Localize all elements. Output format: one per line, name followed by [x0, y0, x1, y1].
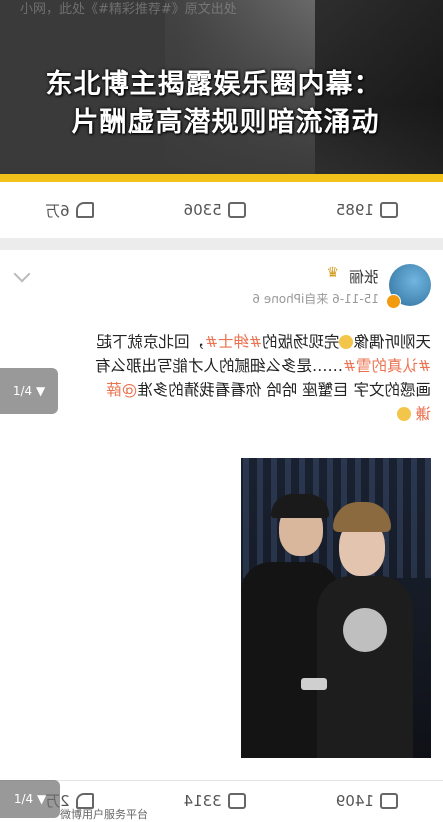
comment-button[interactable]: 3314	[184, 792, 246, 810]
mention-link[interactable]: @薛	[106, 381, 137, 399]
verified-badge-icon	[386, 294, 401, 309]
username[interactable]: 张俪	[349, 266, 379, 287]
comment-button[interactable]: 5306	[184, 201, 246, 219]
comment-icon	[227, 792, 246, 809]
page-indicator[interactable]: 1/4 ▼	[0, 780, 60, 818]
post-photo[interactable]	[241, 458, 431, 758]
repost-icon	[380, 202, 398, 218]
post-meta: 15-11-6 来自iPhone 6	[252, 292, 379, 306]
chevron-down-icon[interactable]	[13, 265, 31, 283]
headline-line-2: 片酬虚高潜规则暗流涌动	[71, 107, 380, 138]
like-button[interactable]: 6万	[45, 200, 94, 221]
post-text-line-4: 谦	[1, 402, 431, 424]
topic-tag[interactable]: #绅士#	[205, 333, 262, 351]
post-text-line-1: 天刚听偶像完现场版的#绅士#，回北京就下起	[96, 333, 431, 351]
baseball-cap	[271, 494, 329, 518]
emoji-icon	[339, 335, 354, 349]
footer-caption: 微博用户服务平台	[60, 808, 148, 821]
repost-button[interactable]: 1409	[336, 792, 398, 810]
comment-icon	[227, 202, 246, 218]
thumbs-up-icon	[75, 202, 94, 218]
banner-faint-text: 小网，此处《#精彩推荐#》原文出处	[20, 2, 237, 17]
crown-icon: ♛	[326, 265, 339, 281]
weibo-post: 张俪 ♛ 15-11-6 来自iPhone 6 天刚听偶像完现场版的#绅士#，回…	[0, 250, 443, 780]
banner-divider	[0, 174, 443, 182]
weibo-screenshot: 1985 5306 6万 张俪 ♛ 15-11-6 来自iPhone 6 天刚听…	[0, 182, 443, 819]
page-indicator[interactable]: 1/4 ▼	[0, 368, 58, 414]
phone-in-hand	[301, 678, 327, 690]
topic-tag[interactable]: #认真的雪#	[343, 357, 431, 375]
headline-line-1: 东北博主揭露娱乐圈内幕：	[45, 69, 382, 100]
post-text-line-2: #认真的雪#……是多么细腻的人才能写出那么有	[95, 357, 431, 375]
header-banner: 小网，此处《#精彩推荐#》原文出处 东北博主揭露娱乐圈内幕： 片酬虚高潜规则暗流…	[0, 0, 443, 174]
emoji-icon	[396, 407, 411, 421]
top-action-bar: 1985 5306 6万	[0, 182, 443, 239]
repost-icon	[380, 792, 398, 809]
post-text-line-3: 画感的文字 巨蟹座 哈哈 你看看我猜的多准@薛	[106, 381, 431, 399]
repost-button[interactable]: 1985	[336, 201, 398, 219]
